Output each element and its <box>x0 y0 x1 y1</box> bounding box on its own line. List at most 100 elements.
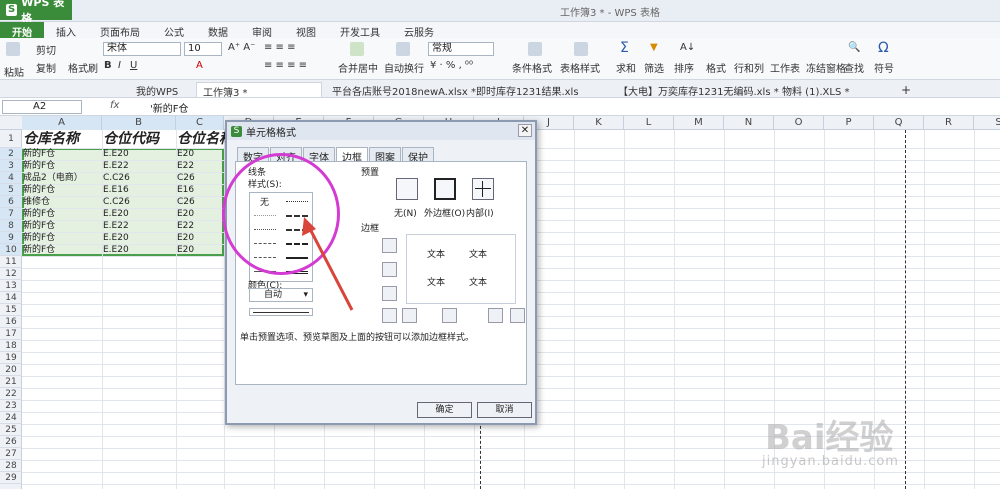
column-header[interactable]: Q <box>874 116 924 130</box>
fx-icon[interactable]: fx <box>110 100 119 111</box>
symbol-button[interactable]: 符号 <box>874 60 894 75</box>
tab-data[interactable]: 数据 <box>196 22 240 39</box>
table-cell[interactable]: E16 <box>176 184 194 196</box>
formula-input[interactable]: '新的F仓 <box>150 100 189 115</box>
format-painter-button[interactable]: 格式刷 <box>68 60 98 75</box>
border-middle-button[interactable] <box>382 262 397 277</box>
name-box[interactable]: A2 <box>2 100 82 114</box>
ok-button[interactable]: 确定 <box>417 402 472 418</box>
border-preview[interactable]: 文本 文本 文本 文本 <box>406 234 516 304</box>
row-header[interactable]: 2 <box>0 148 22 160</box>
table-cell[interactable]: E.E20 <box>102 244 129 256</box>
border-center-button[interactable] <box>442 308 457 323</box>
freeze-button[interactable]: 冻结窗格 <box>806 60 846 75</box>
table-cell[interactable]: C26 <box>176 172 195 184</box>
row-header[interactable]: 13 <box>0 280 22 292</box>
dialog-title-bar[interactable]: S 单元格格式 <box>227 122 535 140</box>
table-cell[interactable]: 新的F仓 <box>22 232 55 244</box>
tab-view[interactable]: 视图 <box>284 22 328 39</box>
border-diag-down-button[interactable] <box>510 308 525 323</box>
table-cell[interactable]: C26 <box>176 196 195 208</box>
row-header[interactable]: 25 <box>0 424 22 436</box>
table-cell[interactable]: 新的F仓 <box>22 220 55 232</box>
bold-button[interactable]: B <box>104 60 112 71</box>
underline-button[interactable]: U <box>130 60 137 71</box>
row-header[interactable]: 4 <box>0 172 22 184</box>
find-button[interactable]: 查找 <box>844 60 864 75</box>
cond-format-button[interactable]: 条件格式 <box>512 60 552 75</box>
row-header[interactable]: 23 <box>0 400 22 412</box>
wrap-icon[interactable] <box>396 42 410 56</box>
table-cell[interactable]: E20 <box>176 148 194 160</box>
doc-tab-mywps[interactable]: 我的WPS <box>130 82 184 98</box>
column-header[interactable]: K <box>574 116 624 130</box>
row-header[interactable]: 21 <box>0 376 22 388</box>
table-cell[interactable]: E.E20 <box>102 148 129 160</box>
row-header[interactable]: 8 <box>0 220 22 232</box>
tab-insert[interactable]: 插入 <box>44 22 88 39</box>
border-left-button[interactable] <box>402 308 417 323</box>
doc-tab-material[interactable]: 物料 (1).XLS * <box>776 82 855 98</box>
font-color-button[interactable]: A <box>196 60 203 71</box>
row-header[interactable]: 19 <box>0 352 22 364</box>
border-right-button[interactable] <box>488 308 503 323</box>
column-header[interactable]: P <box>824 116 874 130</box>
column-header[interactable]: R <box>924 116 974 130</box>
align-top-icon[interactable]: ≡ ≡ ≡ <box>264 42 296 53</box>
tab-review[interactable]: 审阅 <box>240 22 284 39</box>
app-menu-button[interactable]: S WPS 表格 <box>0 0 72 25</box>
close-icon[interactable]: ✕ <box>518 124 532 137</box>
table-style-button[interactable]: 表格样式 <box>560 60 600 75</box>
border-bottom-button[interactable] <box>382 286 397 301</box>
table-cell[interactable]: C.C26 <box>102 196 130 208</box>
row-header[interactable]: 6 <box>0 196 22 208</box>
column-header[interactable]: O <box>774 116 824 130</box>
cut-button[interactable]: 剪切 <box>36 42 56 57</box>
filter-button[interactable]: 筛选 <box>644 60 664 75</box>
preset-inside-button[interactable] <box>472 178 494 200</box>
font-size-select[interactable]: 10 <box>184 42 222 56</box>
table-cell[interactable]: 新的F仓 <box>22 208 55 220</box>
table-cell[interactable]: C.C26 <box>102 172 130 184</box>
row-header[interactable]: 7 <box>0 208 22 220</box>
row-header[interactable]: 22 <box>0 388 22 400</box>
table-cell[interactable]: E.E22 <box>102 160 129 172</box>
row-header[interactable]: 1 <box>0 130 22 148</box>
table-cell[interactable]: E20 <box>176 232 194 244</box>
table-cell[interactable]: E20 <box>176 208 194 220</box>
number-format-select[interactable]: 常规 <box>428 42 494 56</box>
table-cell[interactable]: E.E16 <box>102 184 129 196</box>
row-header[interactable]: 18 <box>0 340 22 352</box>
column-header[interactable]: M <box>674 116 724 130</box>
table-cell[interactable]: 新的F仓 <box>22 148 55 160</box>
row-header[interactable]: 26 <box>0 436 22 448</box>
preset-none-button[interactable] <box>396 178 418 200</box>
table-cell[interactable]: E22 <box>176 160 194 172</box>
row-header[interactable]: 24 <box>0 412 22 424</box>
column-header[interactable]: C <box>176 116 224 130</box>
row-col-button[interactable]: 行和列 <box>734 60 764 75</box>
italic-button[interactable]: I <box>118 60 121 71</box>
table-cell[interactable]: E22 <box>176 220 194 232</box>
table-cell[interactable]: 新的F仓 <box>22 160 55 172</box>
sum-button[interactable]: 求和 <box>616 60 636 75</box>
row-header[interactable]: 5 <box>0 184 22 196</box>
table-cell[interactable]: 新的F仓 <box>22 184 55 196</box>
preset-outline-button[interactable] <box>434 178 456 200</box>
doc-tab-inventory[interactable]: 即时库存1231结果.xls <box>470 82 585 98</box>
row-header[interactable]: 14 <box>0 292 22 304</box>
table-cell[interactable]: 新的F仓 <box>22 244 55 256</box>
tab-start[interactable]: 开始 <box>0 22 44 39</box>
wrap-text-button[interactable]: 自动换行 <box>384 60 424 75</box>
align-left-icon[interactable]: ≡ ≡ ≡ ≡ <box>264 60 307 71</box>
table-cell[interactable]: E.E22 <box>102 220 129 232</box>
table-cell[interactable]: E20 <box>176 244 194 256</box>
row-header[interactable]: 11 <box>0 256 22 268</box>
row-header[interactable]: 20 <box>0 364 22 376</box>
row-header[interactable]: 3 <box>0 160 22 172</box>
table-cell[interactable]: E.E20 <box>102 232 129 244</box>
percent-icon[interactable]: ¥ · % , ⁰⁰ <box>430 60 473 71</box>
copy-button[interactable]: 复制 <box>36 60 56 75</box>
font-grow-icon[interactable]: A⁺ A⁻ <box>228 42 255 53</box>
row-header[interactable]: 17 <box>0 328 22 340</box>
